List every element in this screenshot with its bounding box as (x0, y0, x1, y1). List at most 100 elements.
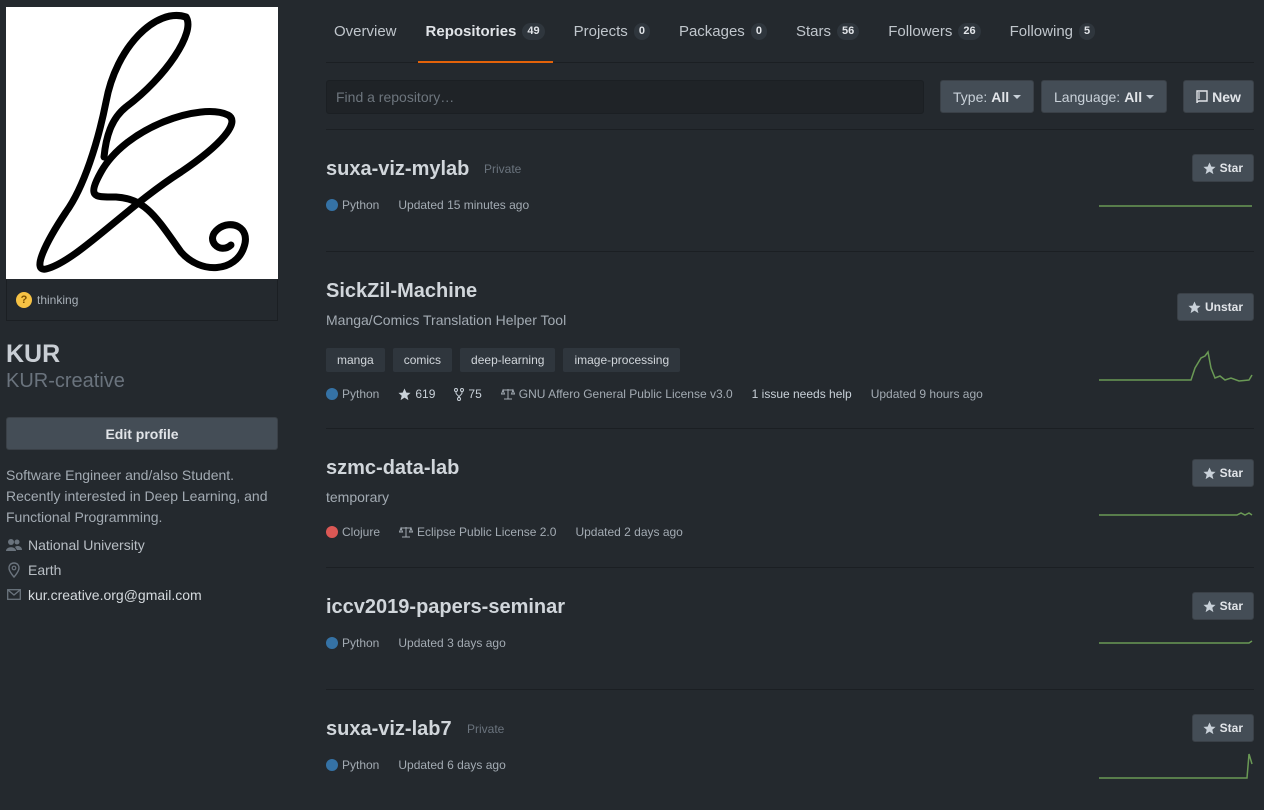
avatar-k-signature-image (36, 12, 249, 273)
profile-bio: Software Engineer and/also Student. Rece… (6, 467, 268, 525)
repo-meta: Python 619 75 GNU Affero General Public … (326, 387, 1002, 401)
star-icon (398, 387, 411, 401)
main-content: Overview Repositories 49 Projects 0 Pack… (326, 0, 1254, 810)
tab-repositories[interactable]: Repositories 49 (417, 0, 553, 63)
activity-sparkline (1099, 640, 1253, 644)
star-label: Unstar (1204, 300, 1243, 314)
profile-sidebar: ? thinking KUR KUR-creative Edit profile… (6, 7, 278, 607)
repo-language: Python (326, 636, 379, 650)
repo-forks-link[interactable]: 75 (454, 387, 482, 401)
location-text: Earth (28, 561, 62, 578)
private-badge: Private (467, 722, 505, 736)
repo-name-link[interactable]: iccv2019-papers-seminar (326, 596, 565, 619)
repo-name-link[interactable]: suxa-viz-lab7 (326, 718, 452, 741)
repo-license: GNU Affero General Public License v3.0 (500, 387, 733, 401)
language-color-dot (326, 388, 338, 400)
language-name: Python (342, 387, 380, 401)
repo-item: suxa-viz-lab7 Private Python Updated 6 d… (326, 690, 1254, 810)
language-name: Python (342, 758, 380, 772)
license-name: GNU Affero General Public License v3.0 (518, 387, 733, 401)
profile-login: KUR-creative (6, 370, 125, 392)
star-label: Star (1219, 161, 1243, 175)
forks-count: 75 (468, 387, 482, 401)
language-name: Python (342, 636, 380, 650)
tab-stars[interactable]: Stars 56 (788, 0, 867, 62)
tab-label: Repositories (425, 22, 517, 40)
star-label: Star (1219, 599, 1243, 613)
license-name: Eclipse Public License 2.0 (417, 525, 557, 539)
language-filter-label: Language: (1054, 88, 1121, 105)
topic-tag[interactable]: image-processing (563, 348, 681, 372)
repo-name-link[interactable]: SickZil-Machine (326, 280, 477, 303)
tab-label: Packages (678, 22, 745, 40)
repo-name-link[interactable]: szmc-data-lab (326, 457, 459, 480)
new-repo-button[interactable]: New (1183, 80, 1254, 113)
star-button[interactable]: Star (1191, 154, 1254, 182)
location-row: Earth (6, 557, 278, 582)
profile-tabs: Overview Repositories 49 Projects 0 Pack… (326, 0, 1254, 63)
user-status[interactable]: ? thinking (6, 279, 278, 321)
activity-sparkline (1099, 512, 1253, 516)
topic-tag[interactable]: deep-learning (460, 348, 556, 372)
star-label: Star (1219, 466, 1243, 480)
star-button[interactable]: Star (1191, 592, 1254, 620)
repo-updated: Updated 6 days ago (398, 758, 506, 772)
avatar[interactable] (6, 7, 278, 279)
repo-language: Python (326, 758, 379, 772)
tab-projects[interactable]: Projects 0 (566, 0, 658, 62)
repo-item: szmc-data-lab temporary Clojure Eclipse … (326, 429, 1254, 568)
repo-item: SickZil-Machine Manga/Comics Translation… (326, 252, 1254, 429)
tab-count: 49 (522, 22, 545, 40)
language-color-dot (326, 637, 338, 649)
star-button[interactable]: Star (1191, 459, 1254, 487)
repo-description: temporary (326, 489, 390, 505)
star-icon (1203, 466, 1216, 480)
fork-icon (454, 387, 465, 401)
tab-label: Projects (573, 22, 628, 40)
tab-label: Stars (795, 22, 831, 40)
unstar-button[interactable]: Unstar (1176, 293, 1254, 321)
organization-text: National University (28, 536, 145, 553)
topic-tag[interactable]: manga (326, 348, 385, 372)
repo-language: Clojure (326, 525, 380, 539)
tab-overview[interactable]: Overview (326, 0, 405, 62)
repo-updated: Updated 3 days ago (398, 636, 506, 650)
help-wanted-issues-link[interactable]: 1 issue needs help (752, 387, 852, 401)
tab-packages[interactable]: Packages 0 (671, 0, 775, 62)
language-name: Python (342, 198, 380, 212)
private-badge: Private (484, 162, 522, 176)
tab-label: Followers (888, 22, 953, 40)
repo-name-link[interactable]: suxa-viz-mylab (326, 158, 469, 181)
thinking-face-icon: ? (16, 291, 32, 308)
star-icon (1203, 599, 1216, 613)
caret-down-icon (1013, 94, 1022, 99)
repo-item: suxa-viz-mylab Private Python Updated 15… (326, 130, 1254, 252)
tab-label: Following (1009, 22, 1074, 40)
tab-followers[interactable]: Followers 26 (880, 0, 988, 62)
repo-language: Python (326, 198, 379, 212)
repo-stargazers-link[interactable]: 619 (398, 387, 435, 401)
type-filter-dropdown[interactable]: Type: All (940, 80, 1035, 113)
tab-label: Overview (334, 22, 397, 40)
caret-down-icon (1146, 94, 1155, 99)
stars-count: 619 (415, 387, 436, 401)
star-button[interactable]: Star (1191, 714, 1254, 742)
edit-profile-button[interactable]: Edit profile (6, 417, 278, 450)
tab-count: 0 (750, 22, 767, 40)
star-icon (1203, 721, 1216, 735)
tab-following[interactable]: Following 5 (1002, 0, 1104, 62)
activity-sparkline (1099, 205, 1252, 207)
repo-topics: manga comics deep-learning image-process… (326, 348, 688, 372)
type-filter-value: All (991, 88, 1010, 105)
language-filter-dropdown[interactable]: Language: All (1041, 80, 1168, 113)
status-text: thinking (37, 292, 79, 307)
repo-updated: Updated 9 hours ago (870, 387, 983, 401)
activity-sparkline (1099, 753, 1253, 779)
repo-search-input[interactable] (326, 80, 924, 114)
repo-book-icon (1196, 89, 1208, 104)
topic-tag[interactable]: comics (392, 348, 453, 372)
people-icon (6, 537, 22, 553)
activity-sparkline (1099, 350, 1253, 382)
email-link[interactable]: kur.creative.org@gmail.com (28, 587, 202, 603)
location-pin-icon (6, 561, 22, 578)
